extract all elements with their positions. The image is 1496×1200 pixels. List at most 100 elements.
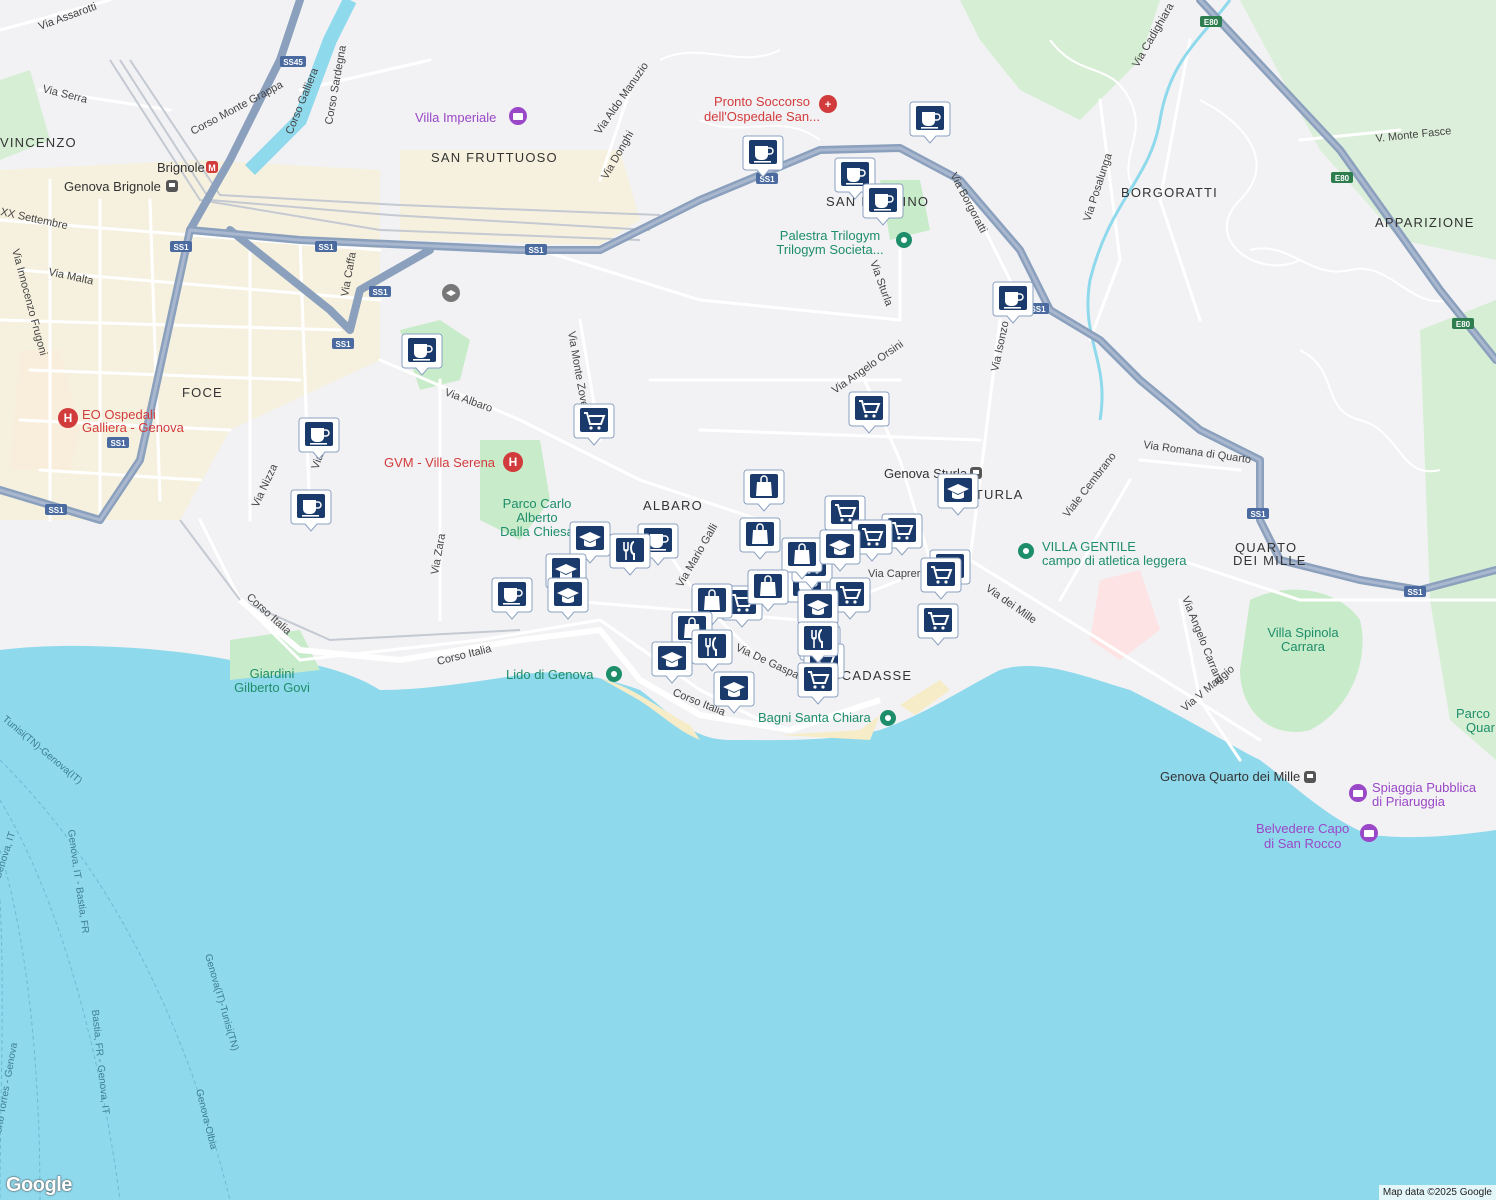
shield-ss1-6: SS1 [107,437,129,448]
coffee-icon-marker [992,281,1034,324]
poi-belvedere: Belvedere Capo [1256,821,1349,836]
restaurant-icon-marker [691,629,733,672]
poi-quar: Quar [1466,720,1496,735]
svg-text:SS1: SS1 [372,288,388,297]
sea [0,645,1496,1200]
svg-text:E80: E80 [1456,320,1471,329]
svg-text:SS1: SS1 [335,340,351,349]
shield-ss1-1: SS1 [170,241,192,252]
shield-ss1-8: SS1 [756,173,778,184]
shield-ss1-2: SS1 [315,241,337,252]
svg-text:SS45: SS45 [283,58,303,67]
poi-villa-gentile: VILLA GENTILE [1042,539,1136,554]
svg-text:+: + [825,99,831,111]
poi-galliera: Galliera - Genova [82,420,185,435]
poi-gilberto-govi: Gilberto Govi [234,680,310,695]
svg-text:H: H [509,455,518,469]
school-icon-marker [547,577,589,620]
poi-priaruggia: di Priaruggia [1372,794,1446,809]
svg-text:SS1: SS1 [318,243,334,252]
svg-text:E80: E80 [1204,18,1219,27]
street-via-nizza: Via Nizza [250,461,281,509]
svg-text:M: M [208,163,216,173]
shield-ss1-11: SS1 [1404,586,1426,597]
shield-ss1-3: SS1 [525,244,547,255]
street-via-zara: Via Zara [429,532,448,576]
hospital-icon-galliera: H [58,408,78,428]
shield-ss1-10: SS1 [1247,508,1269,519]
shield-ss1-7: SS1 [45,504,67,515]
svg-text:H: H [64,411,73,425]
poi-san-rocco: di San Rocco [1264,836,1341,851]
cart-icon-marker [573,403,615,446]
park-villa-spinola [1240,589,1363,732]
cart-icon-marker [848,391,890,434]
area-borgoratti: BORGORATTI [1121,185,1218,200]
shield-ss1-4: SS1 [369,286,391,297]
poi-trilogym-societa: Trilogym Societa... [776,242,883,257]
poi-genova-quarto: Genova Quarto dei Mille [1160,769,1300,784]
area-vincenzo: VINCENZO [0,135,77,150]
school-icon-poi [442,284,460,302]
shield-ss45: SS45 [280,56,306,67]
park-icon-lido [606,666,622,682]
poi-brignole: Brignole [157,160,205,175]
coffee-icon-marker [290,489,332,532]
shopping-bag-icon-marker [739,517,781,560]
poi-carrara: Carrara [1281,639,1326,654]
shield-e80-2: E80 [1331,172,1353,183]
svg-text:SS1: SS1 [1250,510,1266,519]
street-via-albaro: Via Albaro [443,387,494,415]
poi-pronto-soccorso: Pronto Soccorso dell'Ospedale San... [704,94,820,124]
area-apparizione: APPARIZIONE [1375,215,1475,230]
shield-ss1-5: SS1 [332,338,354,349]
street-via-serra: Via Serra [41,83,89,106]
svg-text:E80: E80 [1335,174,1350,183]
poi-parco-east: Parco [1456,706,1490,721]
park-icon-bagni [880,710,896,726]
svg-text:SS1: SS1 [48,506,64,515]
shield-e80-1: E80 [1200,16,1222,27]
street-via-dei-mille: Via dei Mille [983,583,1038,627]
area-foce: FOCE [182,385,223,400]
coffee-icon-marker [491,577,533,620]
camera-icon-belvedere [1360,824,1378,842]
park-east [1420,300,1496,760]
map-attribution[interactable]: Map data ©2025 Google [1378,1185,1496,1200]
metro-icon-brignole: M [206,161,218,173]
train-icon-quarto [1304,771,1316,783]
cart-icon-marker [797,662,839,705]
street-via-mario-galli: Via Mario Galli [674,522,720,590]
poi-palestra-trilogym: Palestra Trilogym [780,228,880,243]
school-icon-marker [651,641,693,684]
street-via-aldo-manuzio: Via Aldo Manuzio [593,60,651,136]
google-logo[interactable]: Google [6,1174,72,1197]
park-icon-villa-gentile [1018,543,1034,559]
poi-alberto: Alberto [516,510,557,525]
poi-bagni-santa-chiara: Bagni Santa Chiara [758,710,872,725]
poi-villa-serena: GVM - Villa Serena [384,455,496,470]
area-dei-mille: DEI MILLE [1233,553,1307,568]
coffee-icon-marker [298,417,340,460]
area-san-fruttuoso: SAN FRUTTUOSO [431,150,558,165]
street-via-sturla: Via Sturla [867,259,895,309]
fitness-icon-trilogym [896,232,912,248]
map-canvas[interactable]: SS1 SS1 SS1 SS1 SS1 SS1 SS1 SS1 SS1 SS1 … [0,0,1496,1200]
shopping-bag-icon-marker [743,469,785,512]
coffee-icon-marker [909,101,951,144]
poi-genova-brignole: Genova Brignole [64,179,161,194]
street-via-caprera: Via Caprera [868,568,927,580]
area-villa-gentile [1090,570,1160,660]
area-albaro: ALBARO [643,498,703,513]
svg-text:SS1: SS1 [173,243,189,252]
street-monte-grappa: Corso Monte Grappa [189,78,286,137]
poi-villa-imperiale: Villa Imperiale [415,110,496,125]
train-icon-brignole [166,180,178,192]
poi-spiaggia-pubblica: Spiaggia Pubblica [1372,780,1477,795]
cart-icon-marker [920,557,962,600]
poi-lido-di-genova: Lido di Genova [506,667,594,682]
school-icon-marker [937,473,979,516]
camera-icon-priaruggia [1349,784,1367,802]
poi-campo-atletica: campo di atletica leggera [1042,553,1187,568]
poi-giardini: Giardini [250,666,295,681]
